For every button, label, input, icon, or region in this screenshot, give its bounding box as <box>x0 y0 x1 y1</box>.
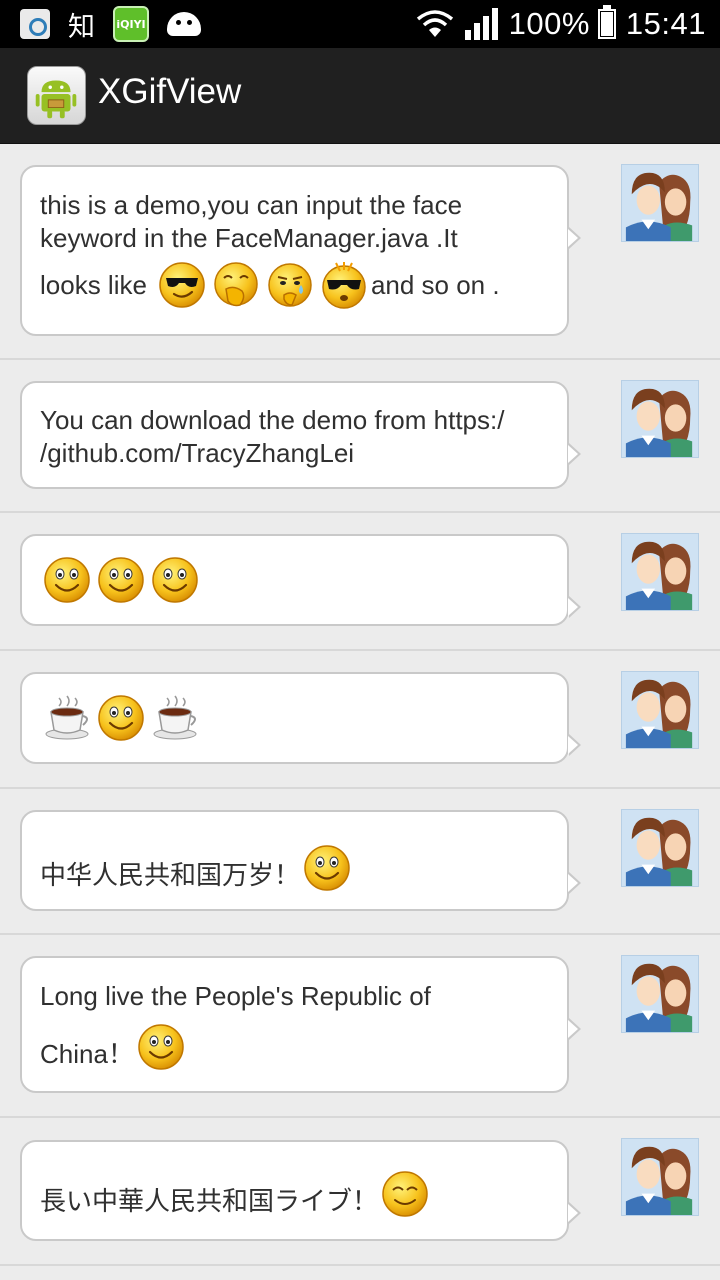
coffee-emoji <box>151 694 199 742</box>
coffee-emoji <box>43 694 91 742</box>
message-bubble[interactable] <box>20 534 581 626</box>
message-line: Long live the People's Republic of <box>40 981 431 1011</box>
list-item[interactable]: this is a demo,you can input the face ke… <box>0 144 720 360</box>
smile-emoji <box>43 556 91 604</box>
message-line: 中华人民共和国万岁！ <box>40 859 301 890</box>
message-bubble[interactable]: this is a demo,you can input the face ke… <box>20 165 581 336</box>
hand-over-mouth-emoji <box>212 261 260 309</box>
list-item[interactable]: 長い中華人民共和国ライブ！ <box>0 1118 720 1266</box>
android-notification-icon <box>167 12 201 36</box>
sunglasses-smile-emoji <box>158 261 206 309</box>
message-bubble[interactable]: 長い中華人民共和国ライブ！ <box>20 1140 581 1241</box>
smile-emoji <box>303 844 351 892</box>
user-avatar[interactable] <box>621 380 699 458</box>
status-bar: 知 iQIYI 100% 15:41 <box>0 0 720 48</box>
app-launcher-icon[interactable] <box>27 66 86 125</box>
user-avatar[interactable] <box>621 533 699 611</box>
smile-emoji <box>97 556 145 604</box>
user-avatar[interactable] <box>621 1138 699 1216</box>
list-item[interactable]: Long live the People's Republic of China… <box>0 935 720 1118</box>
battery-icon <box>597 5 616 39</box>
user-avatar[interactable] <box>621 671 699 749</box>
content-smile-emoji <box>381 1170 429 1218</box>
zhihu-icon: 知 <box>68 11 95 43</box>
user-avatar[interactable] <box>621 164 699 242</box>
list-item[interactable] <box>0 513 720 651</box>
smile-emoji <box>151 556 199 604</box>
message-line: and so on . <box>370 269 500 300</box>
list-item[interactable]: 中华人民共和国万岁！ <box>0 789 720 935</box>
message-bubble[interactable]: You can download the demo from https:/ /… <box>20 381 581 489</box>
angry-sunglasses-emoji <box>320 261 368 309</box>
smile-emoji <box>97 694 145 742</box>
message-line: looks like <box>40 269 147 300</box>
lock-app-icon <box>20 9 50 39</box>
smile-emoji <box>137 1023 185 1071</box>
app-title: XGifView <box>98 72 242 111</box>
battery-percent: 100% <box>508 6 590 41</box>
user-avatar[interactable] <box>621 809 699 887</box>
list-item[interactable] <box>0 651 720 789</box>
sweat-thinking-emoji <box>266 261 314 309</box>
message-bubble[interactable] <box>20 672 581 764</box>
iqiyi-icon: iQIYI <box>113 6 149 42</box>
signal-icon <box>464 8 498 40</box>
message-bubble[interactable]: Long live the People's Republic of China… <box>20 956 581 1093</box>
user-avatar[interactable] <box>621 955 699 1033</box>
message-line: You can download the demo from https:/ <box>40 405 505 435</box>
list-item[interactable]: You can download the demo from https:/ /… <box>0 360 720 513</box>
clock: 15:41 <box>625 6 706 41</box>
message-line: this is a demo,you can input the face <box>40 190 463 220</box>
message-line: keyword in the FaceManager.java .It <box>40 223 458 253</box>
action-bar: XGifView <box>0 48 720 144</box>
message-line: /github.com/TracyZhangLei <box>40 438 355 468</box>
message-line: 長い中華人民共和国ライブ！ <box>40 1185 379 1216</box>
message-bubble[interactable]: 中华人民共和国万岁！ <box>20 810 581 911</box>
wifi-icon <box>416 10 453 37</box>
message-line: China！ <box>40 1038 134 1069</box>
